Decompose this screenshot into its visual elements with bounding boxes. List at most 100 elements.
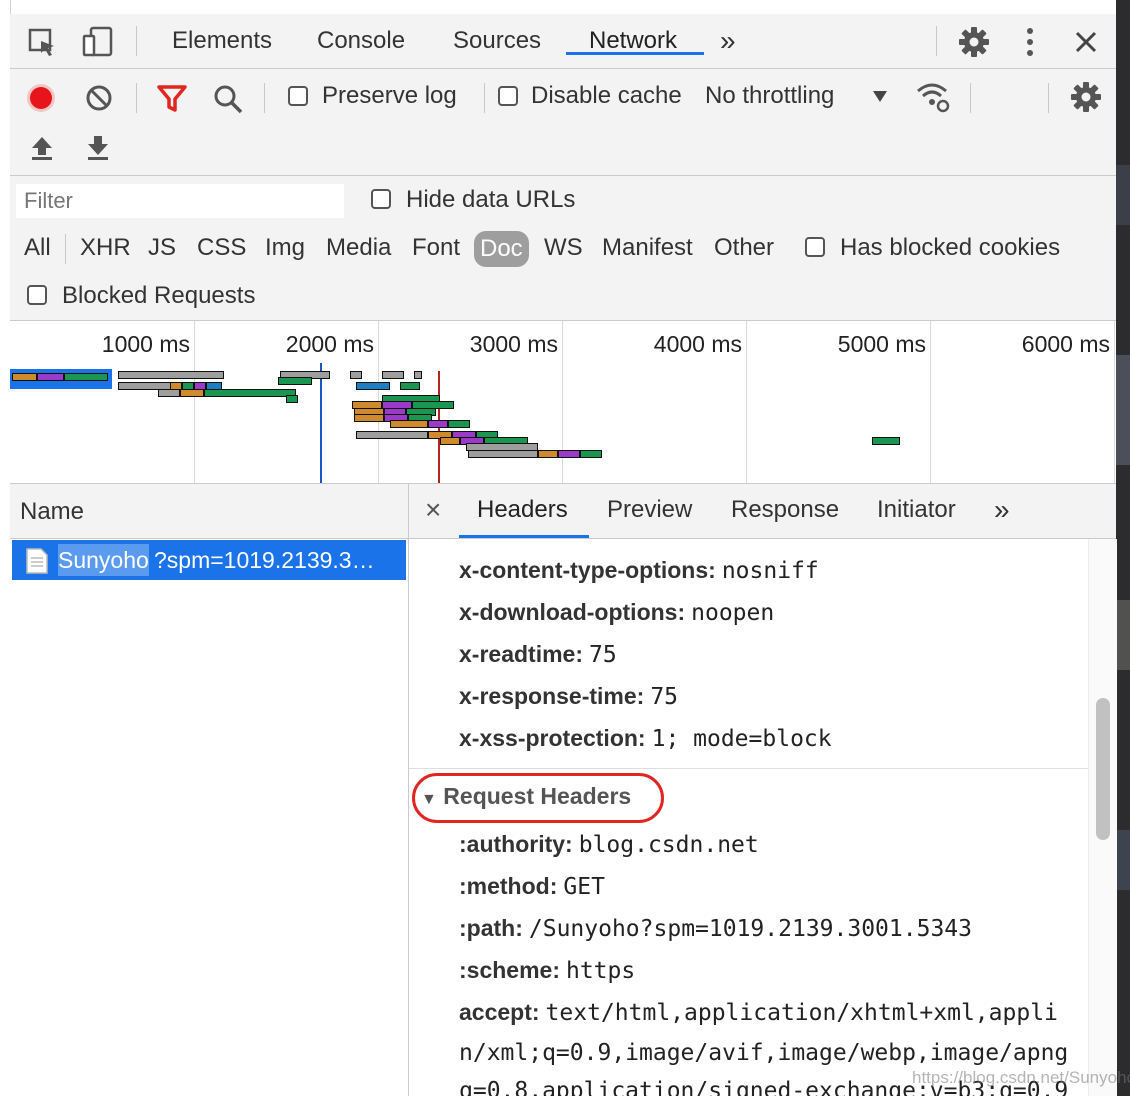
name-column-label: Name	[20, 498, 85, 525]
scrollbar-thumb[interactable]	[1096, 698, 1110, 840]
tab-elements[interactable]: Elements	[172, 14, 272, 68]
timeline-tick-4000: 4000 ms	[653, 331, 742, 357]
more-detail-tabs-button[interactable]: »	[994, 494, 1010, 526]
close-devtools-icon[interactable]	[1074, 30, 1098, 54]
export-har-icon[interactable]	[86, 135, 110, 161]
request-row[interactable]: Sunyoho ?spm=1019.2139.3…	[12, 540, 406, 580]
disable-cache-checkbox[interactable]	[498, 86, 518, 106]
search-icon[interactable]	[212, 83, 244, 115]
waterfall-bar	[158, 389, 180, 397]
waterfall-bar	[64, 373, 108, 381]
domcontentloaded-marker	[320, 363, 322, 483]
filter-type-manifest[interactable]: Manifest	[602, 234, 693, 262]
section-divider	[409, 768, 1089, 769]
filter-type-other[interactable]: Other	[714, 234, 774, 262]
timeline-tick-6000: 6000 ms	[1021, 331, 1110, 357]
header-row: :authority: blog.csdn.net	[459, 831, 759, 858]
more-tabs-button[interactable]: »	[720, 14, 736, 68]
waterfall-bar	[468, 450, 538, 458]
has-blocked-cookies-label: Has blocked cookies	[840, 234, 1061, 261]
timeline-tick-3000: 3000 ms	[469, 331, 558, 357]
waterfall-bar	[428, 420, 448, 428]
chevron-down-icon[interactable]	[872, 89, 888, 103]
waterfall-bar	[538, 450, 558, 458]
waterfall-bar	[400, 382, 420, 390]
clear-icon[interactable]	[84, 83, 114, 113]
request-detail-tabs: × Headers Preview Response Initiator »	[409, 484, 1116, 539]
hide-data-urls-checkbox[interactable]	[371, 189, 391, 209]
header-row: accept: text/html,application/xhtml+xml,a…	[459, 999, 1058, 1026]
tab-headers[interactable]: Headers	[477, 496, 568, 524]
network-conditions-icon[interactable]	[915, 81, 951, 113]
filter-icon[interactable]	[156, 83, 188, 113]
header-row: :method: GET	[459, 873, 605, 900]
request-name-rest: ?spm=1019.2139.3…	[154, 547, 375, 573]
waterfall-bar	[382, 371, 404, 379]
header-row: x-readtime: 75	[459, 641, 617, 668]
timeline-tick-2000: 2000 ms	[285, 331, 374, 357]
filter-type-js[interactable]: JS	[148, 234, 176, 262]
filter-input[interactable]	[16, 184, 344, 218]
blocked-requests-label: Blocked Requests	[62, 282, 256, 309]
header-value-continued: n/xml;q=0.9,image/avif,image/webp,image/…	[459, 1040, 1069, 1066]
tab-preview[interactable]: Preview	[607, 496, 692, 524]
watermark: https://blog.csdn.net/Sunyoho	[912, 1068, 1130, 1087]
settings-gear-icon[interactable]	[958, 26, 990, 58]
record-icon[interactable]	[26, 83, 56, 113]
waterfall-bar	[12, 373, 37, 381]
blocked-requests-checkbox[interactable]	[27, 285, 47, 305]
close-detail-button[interactable]: ×	[425, 494, 441, 526]
tab-network[interactable]: Network	[589, 14, 677, 68]
waterfall-bar	[37, 373, 64, 381]
tab-response[interactable]: Response	[731, 496, 839, 524]
filter-type-doc[interactable]: Doc	[474, 231, 529, 267]
import-har-icon[interactable]	[30, 135, 54, 161]
waterfall-bar	[118, 371, 224, 379]
timeline-tick-1000: 1000 ms	[101, 331, 190, 357]
highlight-annotation	[412, 773, 664, 823]
has-blocked-cookies-checkbox[interactable]	[805, 237, 825, 257]
waterfall-bar	[350, 371, 362, 379]
waterfall-bar	[356, 382, 390, 390]
active-tab-indicator	[566, 52, 704, 55]
header-row: x-response-time: 75	[459, 683, 679, 710]
waterfall-bar	[390, 420, 428, 428]
window-top-edge	[0, 0, 1116, 15]
document-icon	[26, 548, 48, 574]
preserve-log-label: Preserve log	[322, 82, 457, 109]
request-name-highlight: Sunyoho	[58, 544, 149, 576]
header-row: x-xss-protection: 1; mode=block	[459, 725, 832, 752]
waterfall-bar	[354, 414, 384, 422]
network-settings-gear-icon[interactable]	[1070, 81, 1102, 113]
timeline-tick-5000: 5000 ms	[837, 331, 926, 357]
hide-data-urls-label: Hide data URLs	[406, 186, 576, 213]
header-row: x-content-type-options: nosniff	[459, 557, 819, 584]
filter-type-xhr[interactable]: XHR	[80, 234, 131, 262]
filter-type-all[interactable]: All	[24, 234, 51, 262]
filter-type-media[interactable]: Media	[326, 234, 391, 262]
more-options-icon[interactable]	[1020, 26, 1040, 58]
network-toolbar-secondary	[10, 125, 1116, 176]
preserve-log-checkbox[interactable]	[288, 86, 308, 106]
throttling-select[interactable]: No throttling	[705, 82, 834, 110]
tab-initiator[interactable]: Initiator	[877, 496, 956, 524]
waterfall-bar	[414, 371, 422, 379]
filter-type-img[interactable]: Img	[265, 234, 305, 262]
filter-type-font[interactable]: Font	[412, 234, 460, 262]
device-toolbar-icon[interactable]	[82, 26, 114, 58]
network-overview-timeline[interactable]: 1000 ms 2000 ms 3000 ms 4000 ms 5000 ms …	[10, 321, 1116, 484]
header-row: :scheme: https	[459, 957, 636, 984]
filter-type-ws[interactable]: WS	[544, 234, 583, 262]
tab-console[interactable]: Console	[317, 14, 405, 68]
name-column-header[interactable]: Name	[10, 484, 408, 539]
headers-tab-indicator	[459, 535, 589, 538]
filter-type-css[interactable]: CSS	[197, 234, 246, 262]
background-page-strip	[1116, 0, 1130, 1096]
tab-sources[interactable]: Sources	[453, 14, 541, 68]
waterfall-bar	[448, 420, 470, 428]
waterfall-bar	[558, 450, 580, 458]
inspect-element-icon[interactable]	[28, 28, 58, 58]
header-row: x-download-options: noopen	[459, 599, 775, 626]
waterfall-bar	[286, 395, 298, 403]
waterfall-bar	[356, 431, 428, 439]
